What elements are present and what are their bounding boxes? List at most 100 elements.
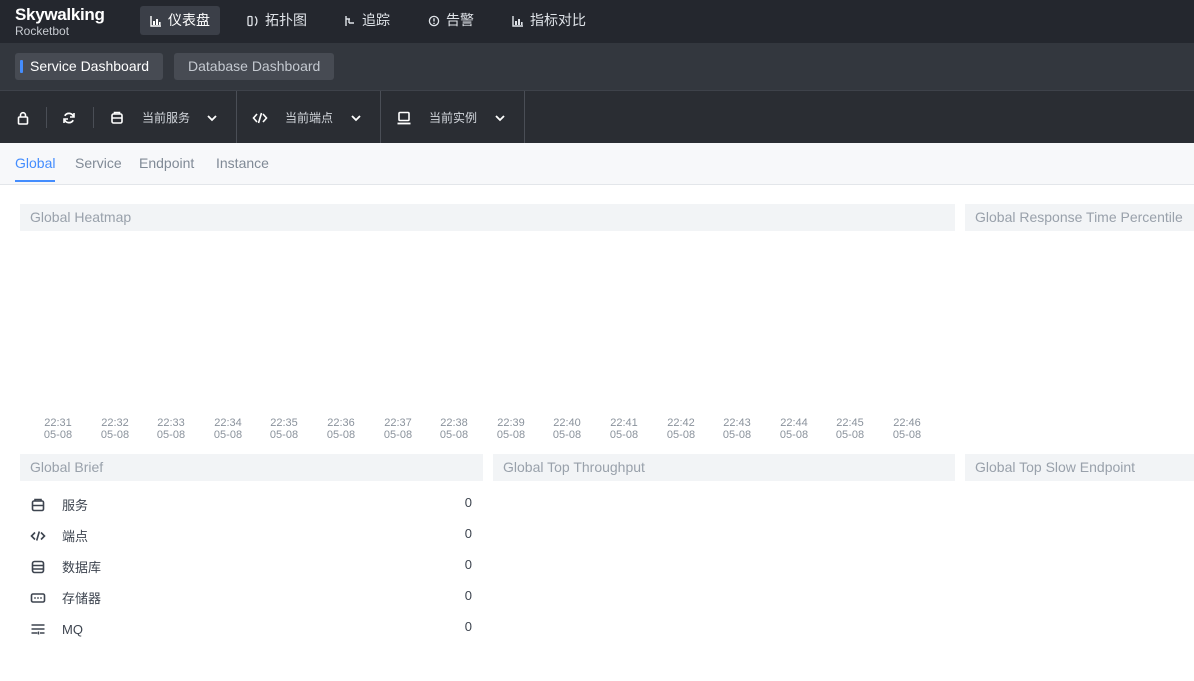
heatmap-x-tick: 22:31 05-08 bbox=[33, 417, 83, 441]
logo-subtitle: Rocketbot bbox=[15, 24, 70, 38]
dashboard-tab-bar: Service Dashboard Database Dashboard bbox=[0, 43, 1194, 90]
endpoint-select[interactable]: 当前端点 bbox=[237, 91, 381, 144]
tick-time: 22:33 bbox=[157, 417, 185, 429]
tab-instance[interactable]: Instance bbox=[216, 155, 269, 171]
trace-icon bbox=[345, 15, 354, 26]
heatmap-x-tick: 22:34 05-08 bbox=[203, 417, 253, 441]
tick-date: 05-08 bbox=[213, 429, 243, 441]
brief-value: 0 bbox=[464, 588, 472, 603]
tick-time: 22:43 bbox=[723, 417, 751, 429]
alarm-icon bbox=[428, 15, 440, 26]
compare-icon bbox=[512, 15, 523, 27]
instance-select[interactable]: 当前实例 bbox=[381, 91, 525, 144]
heatmap-x-tick: 22:40 05-08 bbox=[542, 417, 592, 441]
tick-time: 22:41 bbox=[610, 417, 638, 429]
percentile-panel-title: Global Response Time Percentile bbox=[965, 204, 1194, 231]
nav-topology-label: 拓扑图 bbox=[265, 12, 307, 28]
heatmap-x-tick: 22:33 05-08 bbox=[146, 417, 196, 441]
brief-value: 0 bbox=[464, 557, 472, 572]
tick-date: 05-08 bbox=[326, 429, 356, 441]
tick-time: 22:37 bbox=[384, 417, 412, 429]
instance-select-label: 当前实例 bbox=[429, 111, 478, 125]
brief-value: 0 bbox=[464, 495, 472, 510]
topology-icon bbox=[247, 15, 258, 26]
brief-row-database: 数据库 0 bbox=[20, 552, 480, 583]
nav-compare[interactable]: 指标对比 bbox=[502, 6, 596, 35]
chevron-down-icon bbox=[207, 115, 217, 122]
endpoint-select-label: 当前端点 bbox=[285, 111, 334, 125]
heatmap-x-tick: 22:46 05-08 bbox=[882, 417, 932, 441]
tab-service[interactable]: Service bbox=[75, 155, 122, 171]
throughput-panel-title: Global Top Throughput bbox=[493, 454, 955, 481]
tab-endpoint[interactable]: Endpoint bbox=[139, 155, 194, 171]
database-icon bbox=[31, 560, 45, 574]
heatmap-x-tick: 22:35 05-08 bbox=[259, 417, 309, 441]
refresh-icon bbox=[63, 112, 75, 123]
tick-time: 22:39 bbox=[497, 417, 525, 429]
tick-time: 22:46 bbox=[893, 417, 921, 429]
nav-alarm[interactable]: 告警 bbox=[418, 6, 484, 35]
tick-date: 05-08 bbox=[835, 429, 865, 441]
heatmap-x-tick: 22:43 05-08 bbox=[712, 417, 762, 441]
tick-time: 22:42 bbox=[667, 417, 695, 429]
brief-row-mq: MQ 0 bbox=[20, 614, 480, 645]
brief-panel-title: Global Brief bbox=[20, 454, 483, 481]
service-select[interactable]: 当前服务 bbox=[94, 91, 237, 144]
heatmap-x-tick: 22:42 05-08 bbox=[656, 417, 706, 441]
tick-time: 22:40 bbox=[553, 417, 581, 429]
bar-chart-icon bbox=[150, 15, 161, 27]
heatmap-x-tick: 22:44 05-08 bbox=[769, 417, 819, 441]
lock-button[interactable] bbox=[8, 91, 38, 144]
toolbar: 当前服务 当前端点 当前实例 bbox=[0, 90, 1194, 144]
tick-date: 05-08 bbox=[43, 429, 73, 441]
code-icon bbox=[252, 112, 268, 124]
cube-icon bbox=[31, 498, 45, 512]
tab-service-dashboard[interactable]: Service Dashboard bbox=[15, 53, 164, 80]
heatmap-x-tick: 22:39 05-08 bbox=[486, 417, 536, 441]
nav-alarm-label: 告警 bbox=[446, 12, 474, 28]
brief-row-service: 服务 0 bbox=[20, 490, 480, 521]
tick-date: 05-08 bbox=[439, 429, 469, 441]
nav-dashboard[interactable]: 仪表盘 bbox=[140, 6, 220, 35]
refresh-button[interactable] bbox=[54, 91, 84, 144]
heatmap-x-tick: 22:38 05-08 bbox=[429, 417, 479, 441]
heatmap-x-tick: 22:41 05-08 bbox=[599, 417, 649, 441]
slow-endpoint-panel-title: Global Top Slow Endpoint bbox=[965, 454, 1194, 481]
heatmap-x-tick: 22:45 05-08 bbox=[825, 417, 875, 441]
nav-compare-label: 指标对比 bbox=[530, 12, 586, 28]
brief-label: MQ bbox=[62, 622, 83, 637]
nav-topology[interactable]: 拓扑图 bbox=[237, 6, 317, 35]
heatmap-panel-title: Global Heatmap bbox=[20, 204, 955, 231]
code-icon bbox=[30, 531, 46, 541]
brief-value: 0 bbox=[464, 526, 472, 541]
laptop-icon bbox=[397, 111, 411, 125]
tick-time: 22:45 bbox=[836, 417, 864, 429]
brief-row-storage: 存储器 0 bbox=[20, 583, 480, 614]
tab-global[interactable]: Global bbox=[15, 155, 56, 182]
storage-icon bbox=[30, 593, 46, 603]
tick-date: 05-08 bbox=[269, 429, 299, 441]
tick-time: 22:34 bbox=[214, 417, 242, 429]
logo: Skywalking Rocketbot bbox=[15, 5, 105, 37]
tick-date: 05-08 bbox=[666, 429, 696, 441]
heatmap-x-tick: 22:32 05-08 bbox=[90, 417, 140, 441]
logo-brand: Skywalking bbox=[15, 5, 105, 24]
brief-value: 0 bbox=[464, 619, 472, 634]
tick-date: 05-08 bbox=[779, 429, 809, 441]
scope-tabs: Global Service Endpoint Instance bbox=[0, 143, 1194, 185]
brief-label: 端点 bbox=[62, 529, 89, 544]
toolbar-divider bbox=[46, 107, 47, 128]
tick-time: 22:44 bbox=[780, 417, 808, 429]
tick-date: 05-08 bbox=[156, 429, 186, 441]
tick-time: 22:38 bbox=[440, 417, 468, 429]
nav-trace[interactable]: 追踪 bbox=[334, 6, 400, 35]
heatmap-x-tick: 22:36 05-08 bbox=[316, 417, 366, 441]
tick-date: 05-08 bbox=[100, 429, 130, 441]
lock-icon bbox=[17, 111, 29, 125]
nav-trace-label: 追踪 bbox=[362, 12, 390, 28]
cube-icon bbox=[111, 111, 123, 124]
tick-time: 22:32 bbox=[101, 417, 129, 429]
tab-database-dashboard[interactable]: Database Dashboard bbox=[174, 53, 335, 80]
tick-date: 05-08 bbox=[383, 429, 413, 441]
tick-time: 22:35 bbox=[270, 417, 298, 429]
